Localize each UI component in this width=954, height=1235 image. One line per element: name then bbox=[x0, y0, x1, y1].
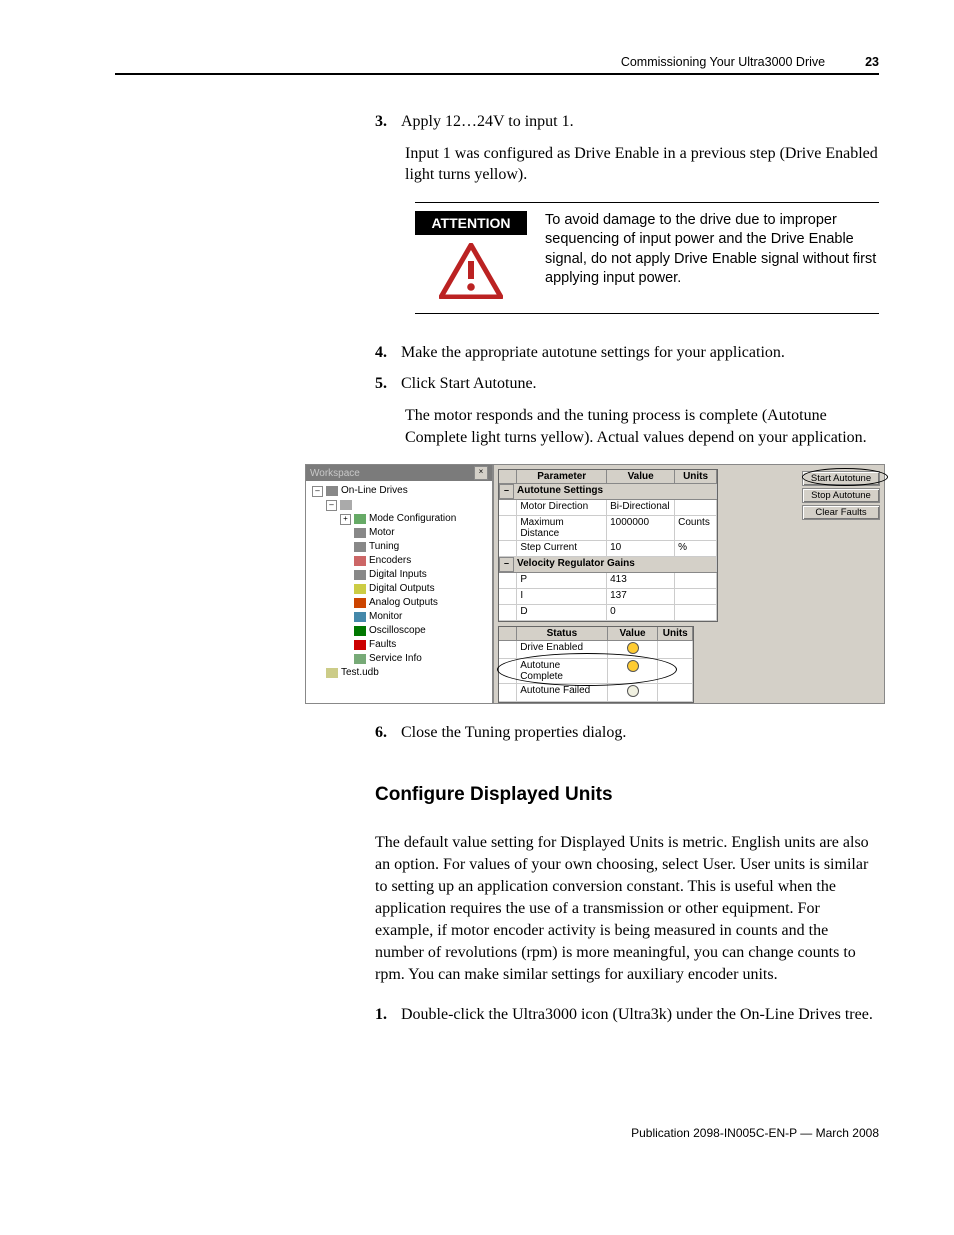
table-row[interactable]: D 0 bbox=[499, 605, 717, 621]
col-value: Value bbox=[608, 627, 659, 640]
step-number: 1. bbox=[375, 1004, 401, 1026]
collapse-icon[interactable]: – bbox=[499, 484, 514, 499]
indicator-unlit-icon bbox=[627, 685, 639, 697]
workspace-title-text: Workspace bbox=[310, 468, 360, 479]
step-3-followup: Input 1 was configured as Drive Enable i… bbox=[405, 143, 879, 186]
warning-triangle-icon bbox=[415, 243, 527, 299]
section-heading: Configure Displayed Units bbox=[375, 784, 879, 806]
tree-item[interactable]: Motor bbox=[308, 526, 490, 540]
digital-in-icon bbox=[354, 570, 366, 580]
tree-item[interactable]: Analog Outputs bbox=[308, 596, 490, 610]
status-grid: Status Value Units Drive Enabled Autotun… bbox=[498, 626, 694, 703]
tree-item[interactable]: Faults bbox=[308, 638, 490, 652]
col-parameter: Parameter bbox=[517, 470, 607, 483]
step-4: 4. Make the appropriate autotune setting… bbox=[375, 342, 879, 364]
step-number: 4. bbox=[375, 342, 401, 364]
col-value: Value bbox=[607, 470, 675, 483]
table-row[interactable]: I 137 bbox=[499, 589, 717, 605]
workspace-pane: Workspace × –On-Line Drives – +Mode Conf… bbox=[306, 465, 494, 703]
table-row[interactable]: P 413 bbox=[499, 573, 717, 589]
service-icon bbox=[354, 654, 366, 664]
scope-icon bbox=[354, 626, 366, 636]
indicator-lit-icon bbox=[627, 660, 639, 672]
col-units: Units bbox=[658, 627, 693, 640]
col-units: Units bbox=[675, 470, 717, 483]
status-row-autotune-failed: Autotune Failed bbox=[499, 684, 693, 702]
page: Commissioning Your Ultra3000 Drive 23 3.… bbox=[0, 0, 954, 1180]
tree-item[interactable]: Tuning bbox=[308, 540, 490, 554]
attention-text: To avoid damage to the drive due to impr… bbox=[545, 211, 879, 299]
table-row[interactable]: Step Current 10 % bbox=[499, 541, 717, 557]
publication-footer: Publication 2098-IN005C-EN-P — March 200… bbox=[115, 1126, 879, 1140]
step-number: 5. bbox=[375, 373, 401, 395]
drives-icon bbox=[326, 486, 338, 496]
tree-item[interactable]: Monitor bbox=[308, 610, 490, 624]
drive-icon bbox=[340, 500, 352, 510]
action-buttons: Start Autotune Stop Autotune Clear Fault… bbox=[802, 471, 880, 520]
step-text: Click Start Autotune. bbox=[401, 373, 879, 395]
workspace-tree[interactable]: –On-Line Drives – +Mode Configuration Mo… bbox=[306, 481, 492, 683]
status-row-drive-enabled: Drive Enabled bbox=[499, 641, 693, 659]
config-icon bbox=[354, 514, 366, 524]
step-text: Make the appropriate autotune settings f… bbox=[401, 342, 879, 364]
tree-root[interactable]: –On-Line Drives bbox=[308, 484, 490, 498]
step-number: 3. bbox=[375, 111, 401, 133]
collapse-icon[interactable]: – bbox=[326, 500, 337, 511]
tree-item[interactable]: Service Info bbox=[308, 652, 490, 666]
workspace-titlebar: Workspace × bbox=[306, 465, 492, 481]
tuning-icon bbox=[354, 542, 366, 552]
folder-icon bbox=[326, 668, 338, 678]
tuning-dialog-screenshot: Workspace × –On-Line Drives – +Mode Conf… bbox=[305, 464, 885, 704]
step-5-followup: The motor responds and the tuning proces… bbox=[405, 405, 879, 448]
step-6: 6. Close the Tuning properties dialog. bbox=[375, 722, 879, 744]
attention-label: ATTENTION bbox=[415, 211, 527, 235]
step-1b: 1. Double-click the Ultra3000 icon (Ultr… bbox=[375, 1004, 879, 1026]
header-title: Commissioning Your Ultra3000 Drive bbox=[621, 55, 825, 69]
clear-faults-button[interactable]: Clear Faults bbox=[802, 505, 880, 520]
close-icon[interactable]: × bbox=[474, 466, 488, 480]
encoder-icon bbox=[354, 556, 366, 566]
parameter-grid: Parameter Value Units – Autotune Setting… bbox=[498, 469, 718, 622]
step-text: Close the Tuning properties dialog. bbox=[401, 722, 879, 744]
tree-drive-node[interactable]: – bbox=[308, 498, 490, 512]
indicator-lit-icon bbox=[627, 642, 639, 654]
properties-pane: Start Autotune Stop Autotune Clear Fault… bbox=[494, 465, 884, 703]
monitor-icon bbox=[354, 612, 366, 622]
section-autotune: Autotune Settings bbox=[514, 484, 717, 499]
tree-item[interactable]: Oscilloscope bbox=[308, 624, 490, 638]
collapse-icon[interactable]: – bbox=[312, 486, 323, 497]
step-text: Apply 12…24V to input 1. bbox=[401, 111, 879, 133]
step-5: 5. Click Start Autotune. bbox=[375, 373, 879, 395]
fault-icon bbox=[354, 640, 366, 650]
analog-out-icon bbox=[354, 598, 366, 608]
header-page-number: 23 bbox=[865, 55, 879, 69]
tree-item[interactable]: +Mode Configuration bbox=[308, 512, 490, 526]
digital-out-icon bbox=[354, 584, 366, 594]
tree-file[interactable]: Test.udb bbox=[308, 666, 490, 680]
page-header: Commissioning Your Ultra3000 Drive 23 bbox=[115, 55, 879, 75]
tree-item[interactable]: Encoders bbox=[308, 554, 490, 568]
step-text: Double-click the Ultra3000 icon (Ultra3k… bbox=[401, 1004, 879, 1026]
collapse-icon[interactable]: – bbox=[499, 557, 514, 572]
motor-icon bbox=[354, 528, 366, 538]
section-paragraph: The default value setting for Displayed … bbox=[375, 832, 879, 987]
col-status: Status bbox=[517, 627, 607, 640]
tree-item[interactable]: Digital Inputs bbox=[308, 568, 490, 582]
table-row[interactable]: Motor Direction Bi-Directional bbox=[499, 500, 717, 516]
expand-icon[interactable]: + bbox=[340, 514, 351, 525]
step-3: 3. Apply 12…24V to input 1. bbox=[375, 111, 879, 133]
status-row-autotune-complete: Autotune Complete bbox=[499, 659, 693, 684]
section-velocity: Velocity Regulator Gains bbox=[514, 557, 717, 572]
start-autotune-button[interactable]: Start Autotune bbox=[802, 471, 880, 486]
tree-item[interactable]: Digital Outputs bbox=[308, 582, 490, 596]
table-row[interactable]: Maximum Distance 1000000 Counts bbox=[499, 516, 717, 541]
stop-autotune-button[interactable]: Stop Autotune bbox=[802, 488, 880, 503]
step-number: 6. bbox=[375, 722, 401, 744]
attention-callout: ATTENTION To avoid damage to the drive d… bbox=[415, 202, 879, 314]
